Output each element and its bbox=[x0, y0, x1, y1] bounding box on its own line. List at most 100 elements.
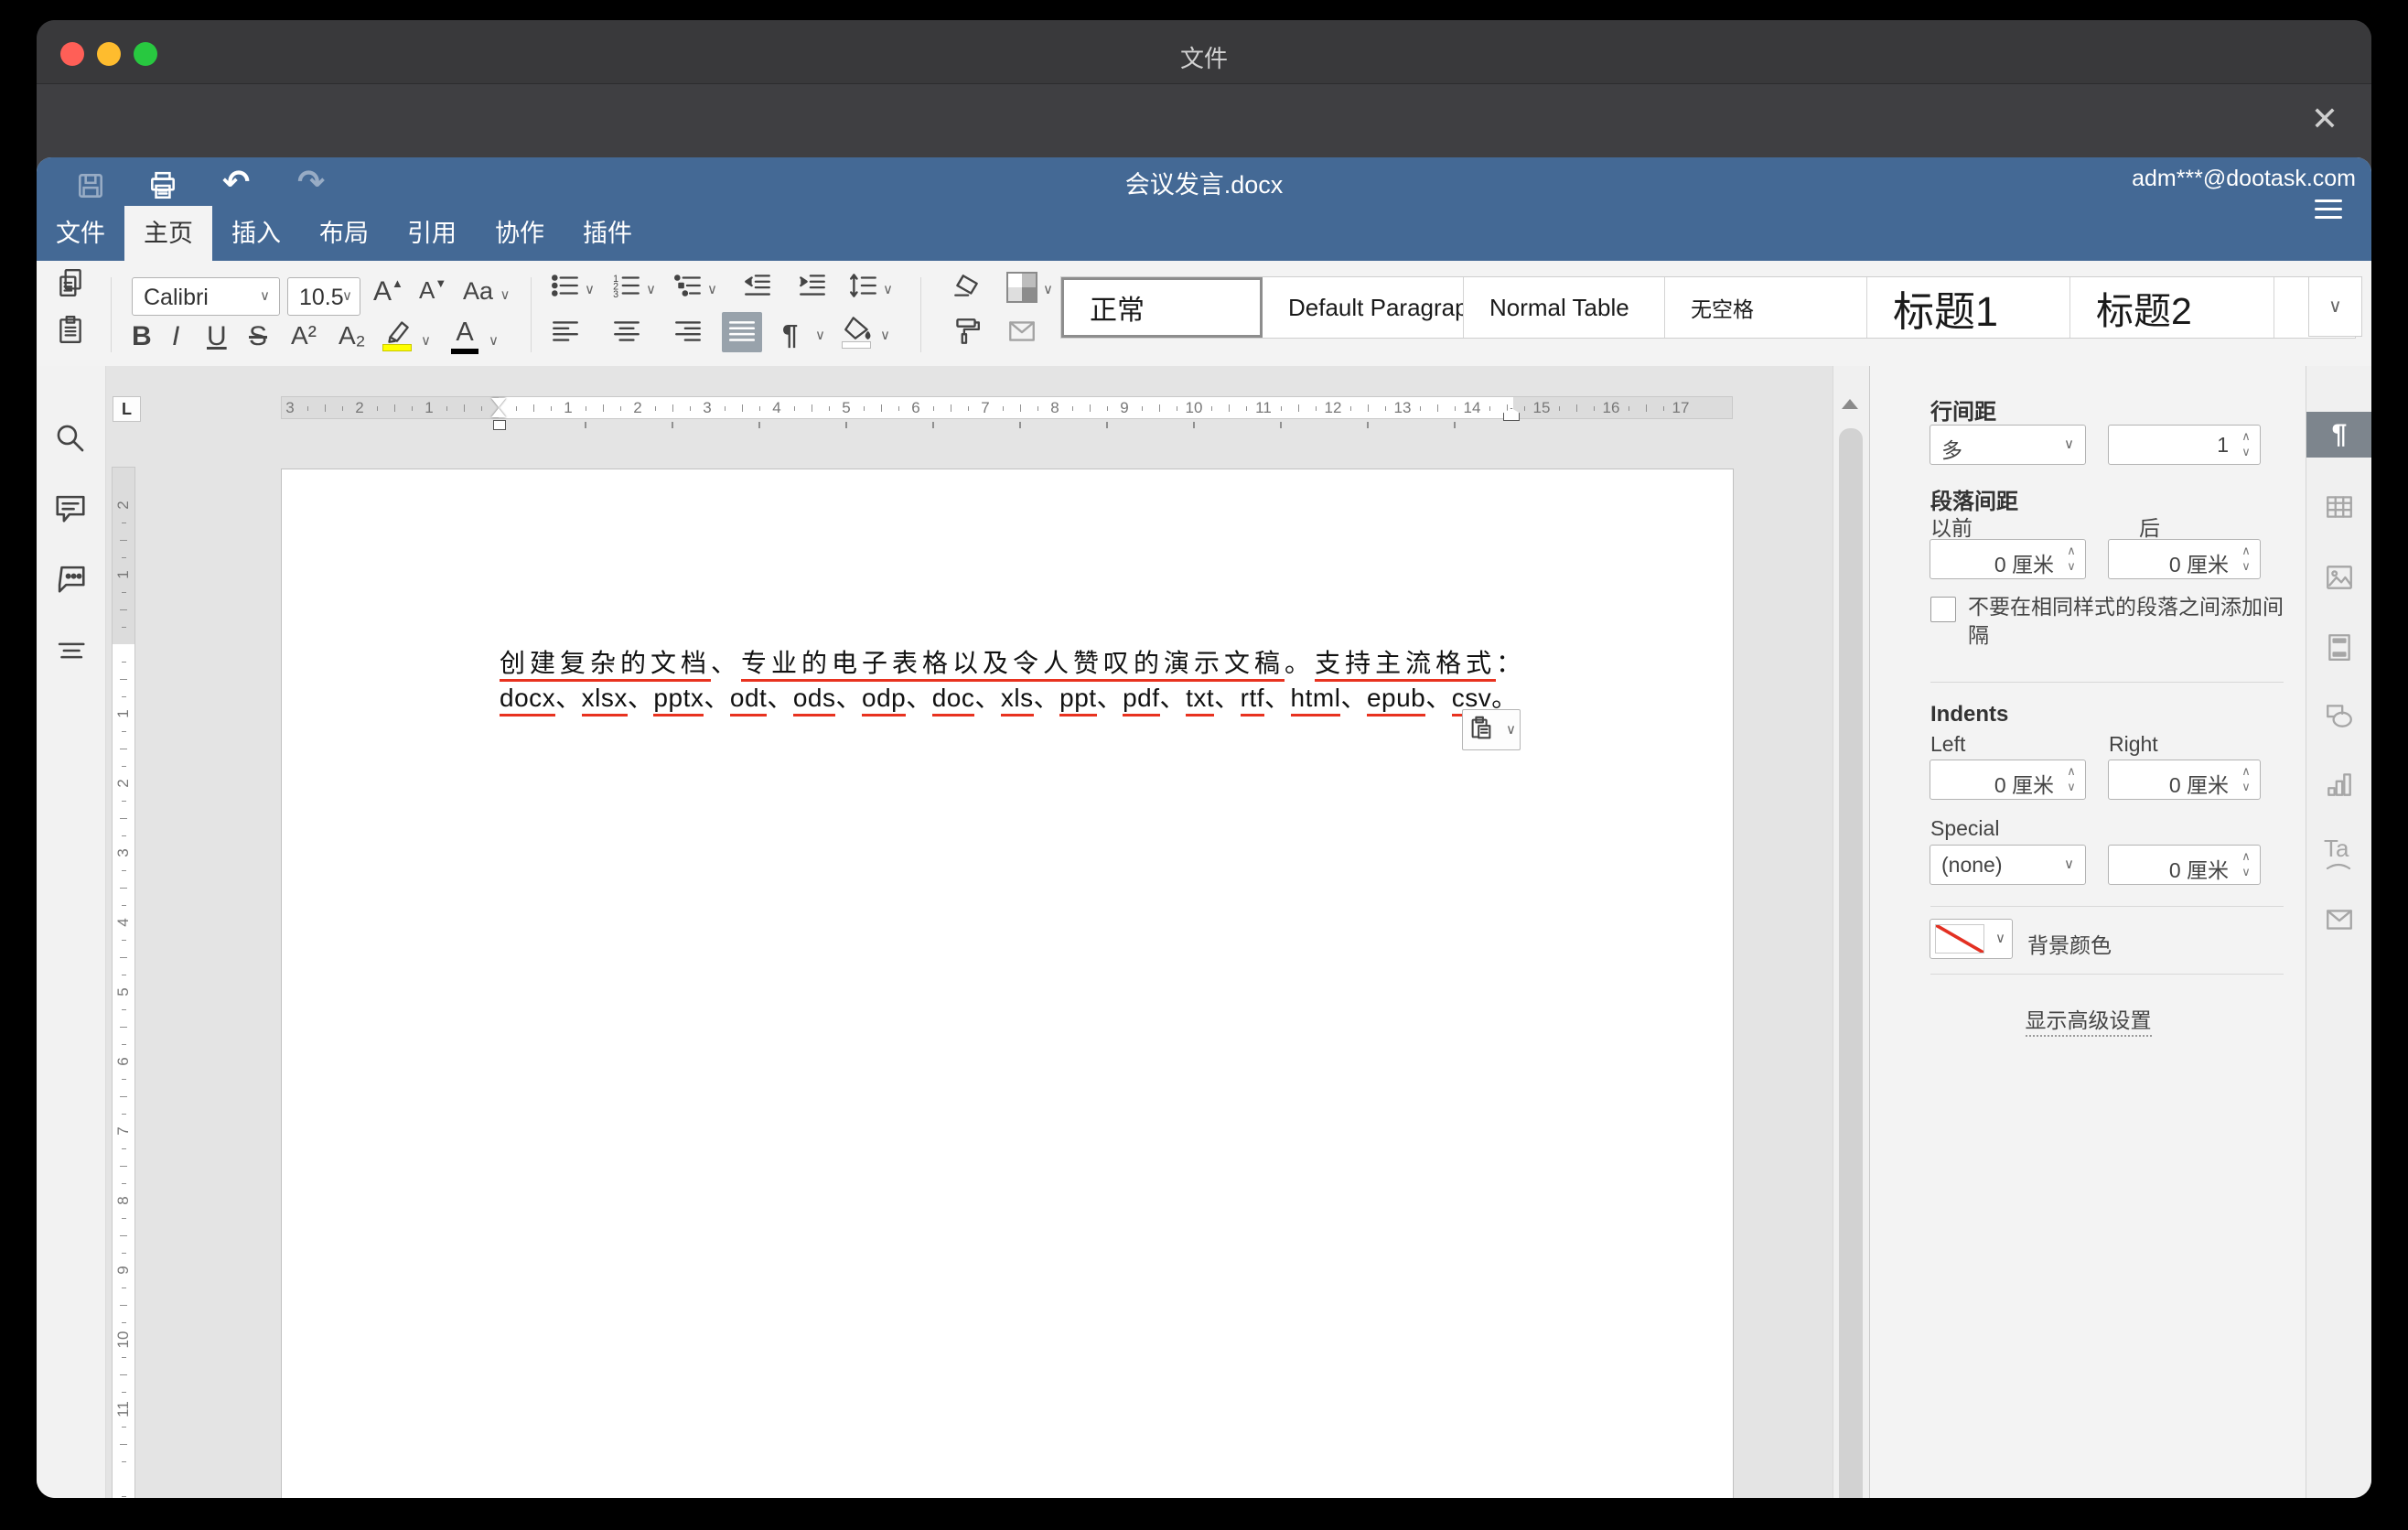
hamburger-menu-icon[interactable] bbox=[2315, 199, 2342, 219]
align-justify-icon[interactable] bbox=[722, 312, 762, 352]
chat-icon[interactable] bbox=[53, 561, 88, 596]
text-run[interactable]: 、 bbox=[767, 684, 793, 712]
text-run[interactable]: 、 bbox=[906, 684, 932, 712]
text-run[interactable]: 、 bbox=[628, 684, 654, 712]
vertical-ruler[interactable]: 211234567891011 bbox=[112, 467, 135, 1498]
italic-button[interactable]: I bbox=[172, 321, 179, 352]
text-run[interactable]: 、 bbox=[1264, 684, 1291, 712]
hanging-indent-marker[interactable] bbox=[491, 408, 506, 417]
style-h2[interactable]: 标题2 bbox=[2070, 277, 2274, 338]
font-color-icon[interactable]: A bbox=[450, 318, 479, 354]
text-run[interactable]: 、 bbox=[974, 684, 1001, 712]
scroll-up-icon[interactable] bbox=[1842, 399, 1858, 409]
text-run[interactable]: 、 bbox=[1214, 684, 1241, 712]
text-run[interactable]: ： bbox=[1496, 649, 1526, 677]
spellcheck-underlined-text[interactable]: 专业的电子表格以及令人赞叹的演示文稿 bbox=[741, 649, 1285, 682]
table-settings-icon[interactable] bbox=[2324, 491, 2355, 523]
text-run[interactable]: 。 bbox=[1491, 684, 1518, 712]
close-icon[interactable]: ✕ bbox=[2311, 102, 2338, 135]
chevron-down-icon[interactable]: ∨ bbox=[880, 327, 890, 343]
comments-icon[interactable] bbox=[53, 490, 88, 525]
spacing-after-stepper[interactable]: 0 厘米 ∧∨ bbox=[2108, 539, 2261, 579]
left-indent-marker[interactable] bbox=[493, 420, 506, 430]
tab-插入[interactable]: 插入 bbox=[212, 206, 300, 261]
indent-left-stepper[interactable]: 0 厘米 ∧∨ bbox=[1930, 760, 2086, 800]
strikethrough-button[interactable]: S bbox=[249, 321, 267, 352]
paragraph-line[interactable]: docx、xlsx、pptx、odt、ods、odp、doc、xls、ppt、p… bbox=[500, 678, 1518, 715]
align-center-icon[interactable] bbox=[611, 316, 642, 347]
header-footer-settings-icon[interactable] bbox=[2324, 631, 2355, 663]
spellcheck-underlined-text[interactable]: xlsx bbox=[582, 684, 628, 717]
shading-color-icon[interactable] bbox=[1006, 272, 1037, 303]
tab-文件[interactable]: 文件 bbox=[37, 206, 124, 261]
chart-settings-icon[interactable] bbox=[2324, 769, 2355, 800]
textart-settings-icon[interactable]: Ta bbox=[2324, 835, 2355, 866]
first-line-indent-marker[interactable] bbox=[491, 398, 506, 407]
chevron-down-icon[interactable]: ∨ bbox=[1043, 281, 1053, 297]
style-nospace[interactable]: 无空格 bbox=[1665, 277, 1867, 338]
spellcheck-underlined-text[interactable]: odp bbox=[862, 684, 906, 717]
subscript-button[interactable]: A₂ bbox=[339, 321, 366, 350]
text-run[interactable]: 、 bbox=[1034, 684, 1060, 712]
numbered-list-icon[interactable]: 123 bbox=[611, 270, 642, 301]
spellcheck-underlined-text[interactable]: xls bbox=[1001, 684, 1034, 717]
paste-options-button[interactable]: ∨ bbox=[1462, 709, 1521, 750]
spacing-before-stepper[interactable]: 0 厘米 ∧∨ bbox=[1930, 539, 2086, 579]
underline-button[interactable]: U bbox=[207, 321, 227, 352]
spellcheck-underlined-text[interactable]: 支持主流格式 bbox=[1315, 649, 1496, 682]
spellcheck-underlined-text[interactable]: epub bbox=[1367, 684, 1425, 717]
increase-font-button[interactable]: A▲ bbox=[373, 276, 403, 307]
chevron-down-icon[interactable]: ∨ bbox=[883, 281, 893, 297]
stepper-arrows[interactable]: ∧∨ bbox=[2239, 848, 2253, 879]
tab-协作[interactable]: 协作 bbox=[476, 206, 564, 261]
tab-stop-selector[interactable]: L bbox=[113, 396, 141, 422]
tab-布局[interactable]: 布局 bbox=[300, 206, 388, 261]
document-scrollbar[interactable] bbox=[1833, 366, 1870, 1498]
font-size-select[interactable]: 10.5 ∨ bbox=[287, 277, 360, 316]
text-run[interactable]: 、 bbox=[1340, 684, 1367, 712]
superscript-button[interactable]: A² bbox=[291, 321, 317, 350]
paragraph-settings-tab[interactable]: ¶ bbox=[2306, 412, 2371, 458]
style-h1[interactable]: 标题1 bbox=[1867, 277, 2070, 338]
multilevel-list-icon[interactable] bbox=[672, 270, 704, 301]
scrollbar-thumb[interactable] bbox=[1839, 428, 1863, 1498]
spellcheck-underlined-text[interactable]: html bbox=[1291, 684, 1341, 717]
tab-插件[interactable]: 插件 bbox=[564, 206, 651, 261]
search-icon[interactable] bbox=[53, 421, 88, 456]
spellcheck-underlined-text[interactable]: 创建复杂的文档 bbox=[500, 649, 711, 682]
decrease-font-button[interactable]: A▼ bbox=[419, 276, 446, 305]
tab-主页[interactable]: 主页 bbox=[124, 206, 212, 261]
style-default[interactable]: Default Paragraph bbox=[1263, 277, 1464, 338]
styles-gallery-expand[interactable]: ∨ bbox=[2308, 276, 2362, 337]
decrease-indent-icon[interactable] bbox=[742, 270, 773, 301]
chevron-down-icon[interactable]: ∨ bbox=[421, 332, 431, 349]
stepper-arrows[interactable]: ∧∨ bbox=[2239, 763, 2253, 794]
text-run[interactable]: 、 bbox=[1097, 684, 1123, 712]
paragraph-shading-icon[interactable] bbox=[842, 314, 873, 349]
chevron-down-icon[interactable]: ∨ bbox=[646, 281, 656, 297]
spellcheck-underlined-text[interactable]: docx bbox=[500, 684, 555, 717]
shape-settings-icon[interactable] bbox=[2324, 700, 2355, 731]
spellcheck-underlined-text[interactable]: txt bbox=[1186, 684, 1214, 717]
paragraph-line[interactable]: 创建复杂的文档、专业的电子表格以及令人赞叹的演示文稿。支持主流格式： bbox=[500, 643, 1526, 680]
stepper-arrows[interactable]: ∧∨ bbox=[2239, 428, 2253, 459]
text-run[interactable]: 、 bbox=[704, 684, 730, 712]
indent-special-select[interactable]: (none) ∨ bbox=[1930, 845, 2086, 885]
navigation-headings-icon[interactable] bbox=[53, 633, 88, 668]
increase-indent-icon[interactable] bbox=[797, 270, 828, 301]
spellcheck-underlined-text[interactable]: pdf bbox=[1123, 684, 1159, 717]
clear-style-icon[interactable] bbox=[951, 270, 982, 301]
mail-merge-settings-icon[interactable] bbox=[2324, 904, 2355, 935]
indent-special-by-stepper[interactable]: 0 厘米 ∧∨ bbox=[2108, 845, 2261, 885]
advanced-settings-link[interactable]: 显示高级设置 bbox=[1870, 1003, 2306, 1034]
change-case-button[interactable]: Aa ∨ bbox=[463, 277, 511, 306]
stepper-arrows[interactable]: ∧∨ bbox=[2064, 763, 2079, 794]
no-space-between-checkbox[interactable] bbox=[1930, 597, 1956, 622]
bold-button[interactable]: B bbox=[132, 321, 152, 352]
style-normal[interactable]: 正常 bbox=[1061, 277, 1263, 338]
copy-icon[interactable] bbox=[55, 267, 86, 298]
align-right-icon[interactable] bbox=[672, 316, 704, 347]
spellcheck-underlined-text[interactable]: pptx bbox=[653, 684, 704, 717]
spellcheck-underlined-text[interactable]: odt bbox=[730, 684, 767, 717]
style-table[interactable]: Normal Table bbox=[1464, 277, 1665, 338]
